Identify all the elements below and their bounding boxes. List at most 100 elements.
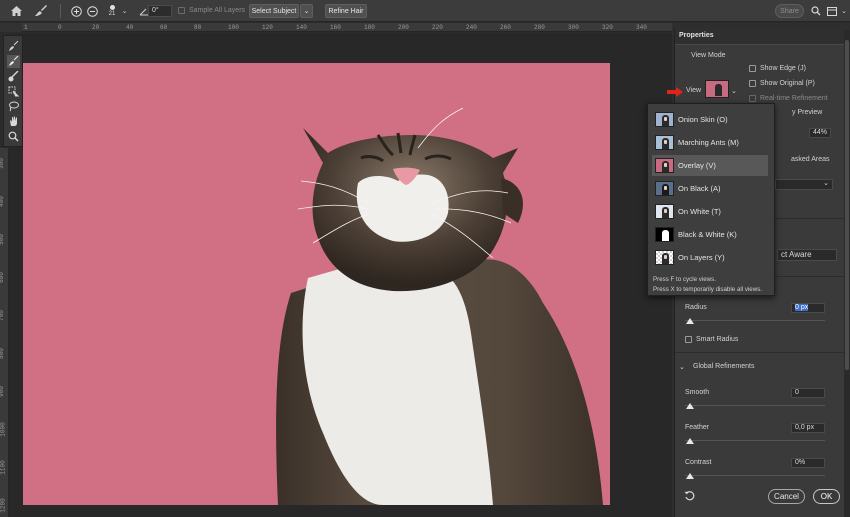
object-selection-tool-icon[interactable] xyxy=(7,85,20,98)
ruler-top-tick-label: 120 xyxy=(262,24,273,31)
view-option-label: On White (T) xyxy=(678,207,721,216)
feather-input[interactable]: 0,0 px xyxy=(791,423,825,433)
reset-icon[interactable] xyxy=(684,490,695,503)
overlay-thumbnail-icon xyxy=(655,158,674,173)
ruler-top-tick-label: 220 xyxy=(432,24,443,31)
lasso-tool-icon[interactable] xyxy=(7,100,20,113)
share-button[interactable]: Share xyxy=(775,4,804,18)
view-label: View xyxy=(686,87,702,94)
select-subject-dropdown[interactable]: ⌄ xyxy=(300,4,313,18)
divider xyxy=(675,352,845,353)
dropdown-help-disable: Press X to temporarily disable all views… xyxy=(653,286,763,293)
subtract-from-selection-icon[interactable] xyxy=(86,3,99,19)
chevron-down-icon[interactable]: ⌄ xyxy=(840,3,848,19)
radius-value: 0 px xyxy=(795,304,809,311)
ruler-left-tick-label: 900 xyxy=(0,386,5,397)
ruler-left-tick-label: 500 xyxy=(0,234,5,245)
show-edge-label: Show Edge (J) xyxy=(760,65,806,72)
high-quality-preview-label: y Preview xyxy=(792,109,823,116)
thumbnail-portrait-icon xyxy=(715,84,722,96)
view-option-on-layers[interactable]: On Layers (Y) xyxy=(652,247,768,268)
portrait-face-icon xyxy=(664,186,667,190)
brush-tool-icon[interactable] xyxy=(7,70,20,83)
brush-size-picker[interactable]: 21 xyxy=(105,1,119,21)
sample-all-layers-checkbox[interactable] xyxy=(178,7,185,14)
radius-slider-thumb[interactable] xyxy=(686,318,694,324)
view-option-marching-ants[interactable]: Marching Ants (M) xyxy=(652,132,768,153)
workspace-icon[interactable] xyxy=(826,3,838,19)
cat-image xyxy=(276,107,603,505)
marching-ants-thumbnail-icon xyxy=(655,135,674,150)
view-option-label: Marching Ants (M) xyxy=(678,138,739,147)
global-refinements-heading: Global Refinements xyxy=(693,363,755,370)
contrast-slider-thumb[interactable] xyxy=(686,473,694,479)
highlight-masked-areas-label: asked Areas xyxy=(791,156,830,163)
contrast-slider-track[interactable] xyxy=(685,475,825,476)
ruler-left: 300 400 500 600 700 800 900 1000 1100 1200 xyxy=(0,148,9,517)
view-option-onion-skin[interactable]: Onion Skin (O) xyxy=(652,109,768,130)
properties-tab[interactable]: Properties xyxy=(675,28,845,45)
view-option-black-white[interactable]: Black & White (K) xyxy=(652,224,768,245)
view-option-label: Black & White (K) xyxy=(678,230,737,239)
portrait-face-icon xyxy=(664,232,667,236)
view-mode-thumbnail[interactable] xyxy=(705,80,729,98)
show-original-label: Show Original (P) xyxy=(760,80,815,87)
feather-slider-thumb[interactable] xyxy=(686,438,694,444)
smart-radius-checkbox[interactable] xyxy=(685,336,692,343)
search-icon[interactable] xyxy=(810,3,822,19)
refine-edge-brush-tool-icon[interactable] xyxy=(7,55,20,68)
object-aware-select[interactable]: ct Aware xyxy=(777,249,837,261)
ruler-top-tick-label: 260 xyxy=(500,24,511,31)
view-option-on-white[interactable]: On White (T) xyxy=(652,201,768,222)
view-mode-select[interactable]: ⌄ xyxy=(775,179,833,190)
zoom-tool-icon[interactable] xyxy=(7,130,20,143)
view-option-label: On Black (A) xyxy=(678,184,721,193)
show-original-checkbox[interactable] xyxy=(749,80,756,87)
view-option-overlay[interactable]: Overlay (V) xyxy=(652,155,768,176)
portrait-face-icon xyxy=(664,163,667,167)
ok-button[interactable]: OK xyxy=(813,489,840,504)
portrait-face-icon xyxy=(664,255,667,259)
ruler-top-tick-label: 80 xyxy=(194,24,202,31)
ruler-top-tick-label: 40 xyxy=(126,24,134,31)
smooth-input[interactable]: 0 xyxy=(791,388,825,398)
view-mode-dropdown: Press F to cycle views. Press X to tempo… xyxy=(647,103,775,296)
scrollbar-thumb[interactable] xyxy=(845,40,849,370)
ruler-top-tick-label: 320 xyxy=(602,24,613,31)
chevron-down-icon[interactable]: ⌄ xyxy=(120,3,129,19)
smooth-slider-track[interactable] xyxy=(685,405,825,406)
radius-slider-track[interactable] xyxy=(685,320,825,321)
view-option-on-black[interactable]: On Black (A) xyxy=(652,178,768,199)
chevron-down-icon[interactable]: ⌄ xyxy=(731,87,737,95)
chevron-down-icon: ⌄ xyxy=(823,180,829,187)
view-option-label: Onion Skin (O) xyxy=(678,115,728,124)
ruler-top-tick-label: 60 xyxy=(160,24,168,31)
ruler-left-tick-label: 1200 xyxy=(0,498,7,513)
cancel-button[interactable]: Cancel xyxy=(768,489,805,504)
chevron-down-icon[interactable]: ⌄ xyxy=(679,363,685,371)
smooth-slider-thumb[interactable] xyxy=(686,403,694,409)
contrast-input[interactable]: 0% xyxy=(791,458,825,468)
radius-input[interactable]: 0 px xyxy=(791,303,825,313)
realtime-refinement-checkbox[interactable] xyxy=(749,95,756,102)
hand-tool-icon[interactable] xyxy=(7,115,20,128)
ruler-top-tick-label: 100 xyxy=(228,24,239,31)
home-icon[interactable] xyxy=(8,3,24,19)
dropdown-help-cycle: Press F to cycle views. xyxy=(653,276,716,283)
quick-selection-tool-icon[interactable] xyxy=(7,40,20,53)
ruler-top-tick-label: 160 xyxy=(330,24,341,31)
panel-scrollbar[interactable] xyxy=(844,30,850,517)
refine-edge-brush-icon[interactable] xyxy=(33,3,49,19)
ruler-top-tick-label: 340 xyxy=(636,24,647,31)
show-edge-checkbox[interactable] xyxy=(749,65,756,72)
ruler-top-tick-label: 300 xyxy=(568,24,579,31)
opacity-input[interactable]: 44% xyxy=(809,128,831,138)
ruler-left-tick-label: 600 xyxy=(0,272,5,283)
black-white-thumbnail-icon xyxy=(655,227,674,242)
angle-input[interactable]: 0° xyxy=(148,5,172,17)
select-subject-button[interactable]: Select Subject xyxy=(249,4,299,18)
refine-hair-button[interactable]: Refine Hair xyxy=(325,4,367,18)
add-to-selection-icon[interactable] xyxy=(70,3,83,19)
feather-slider-track[interactable] xyxy=(685,440,825,441)
cat-photo-overlay-view[interactable] xyxy=(23,63,610,505)
